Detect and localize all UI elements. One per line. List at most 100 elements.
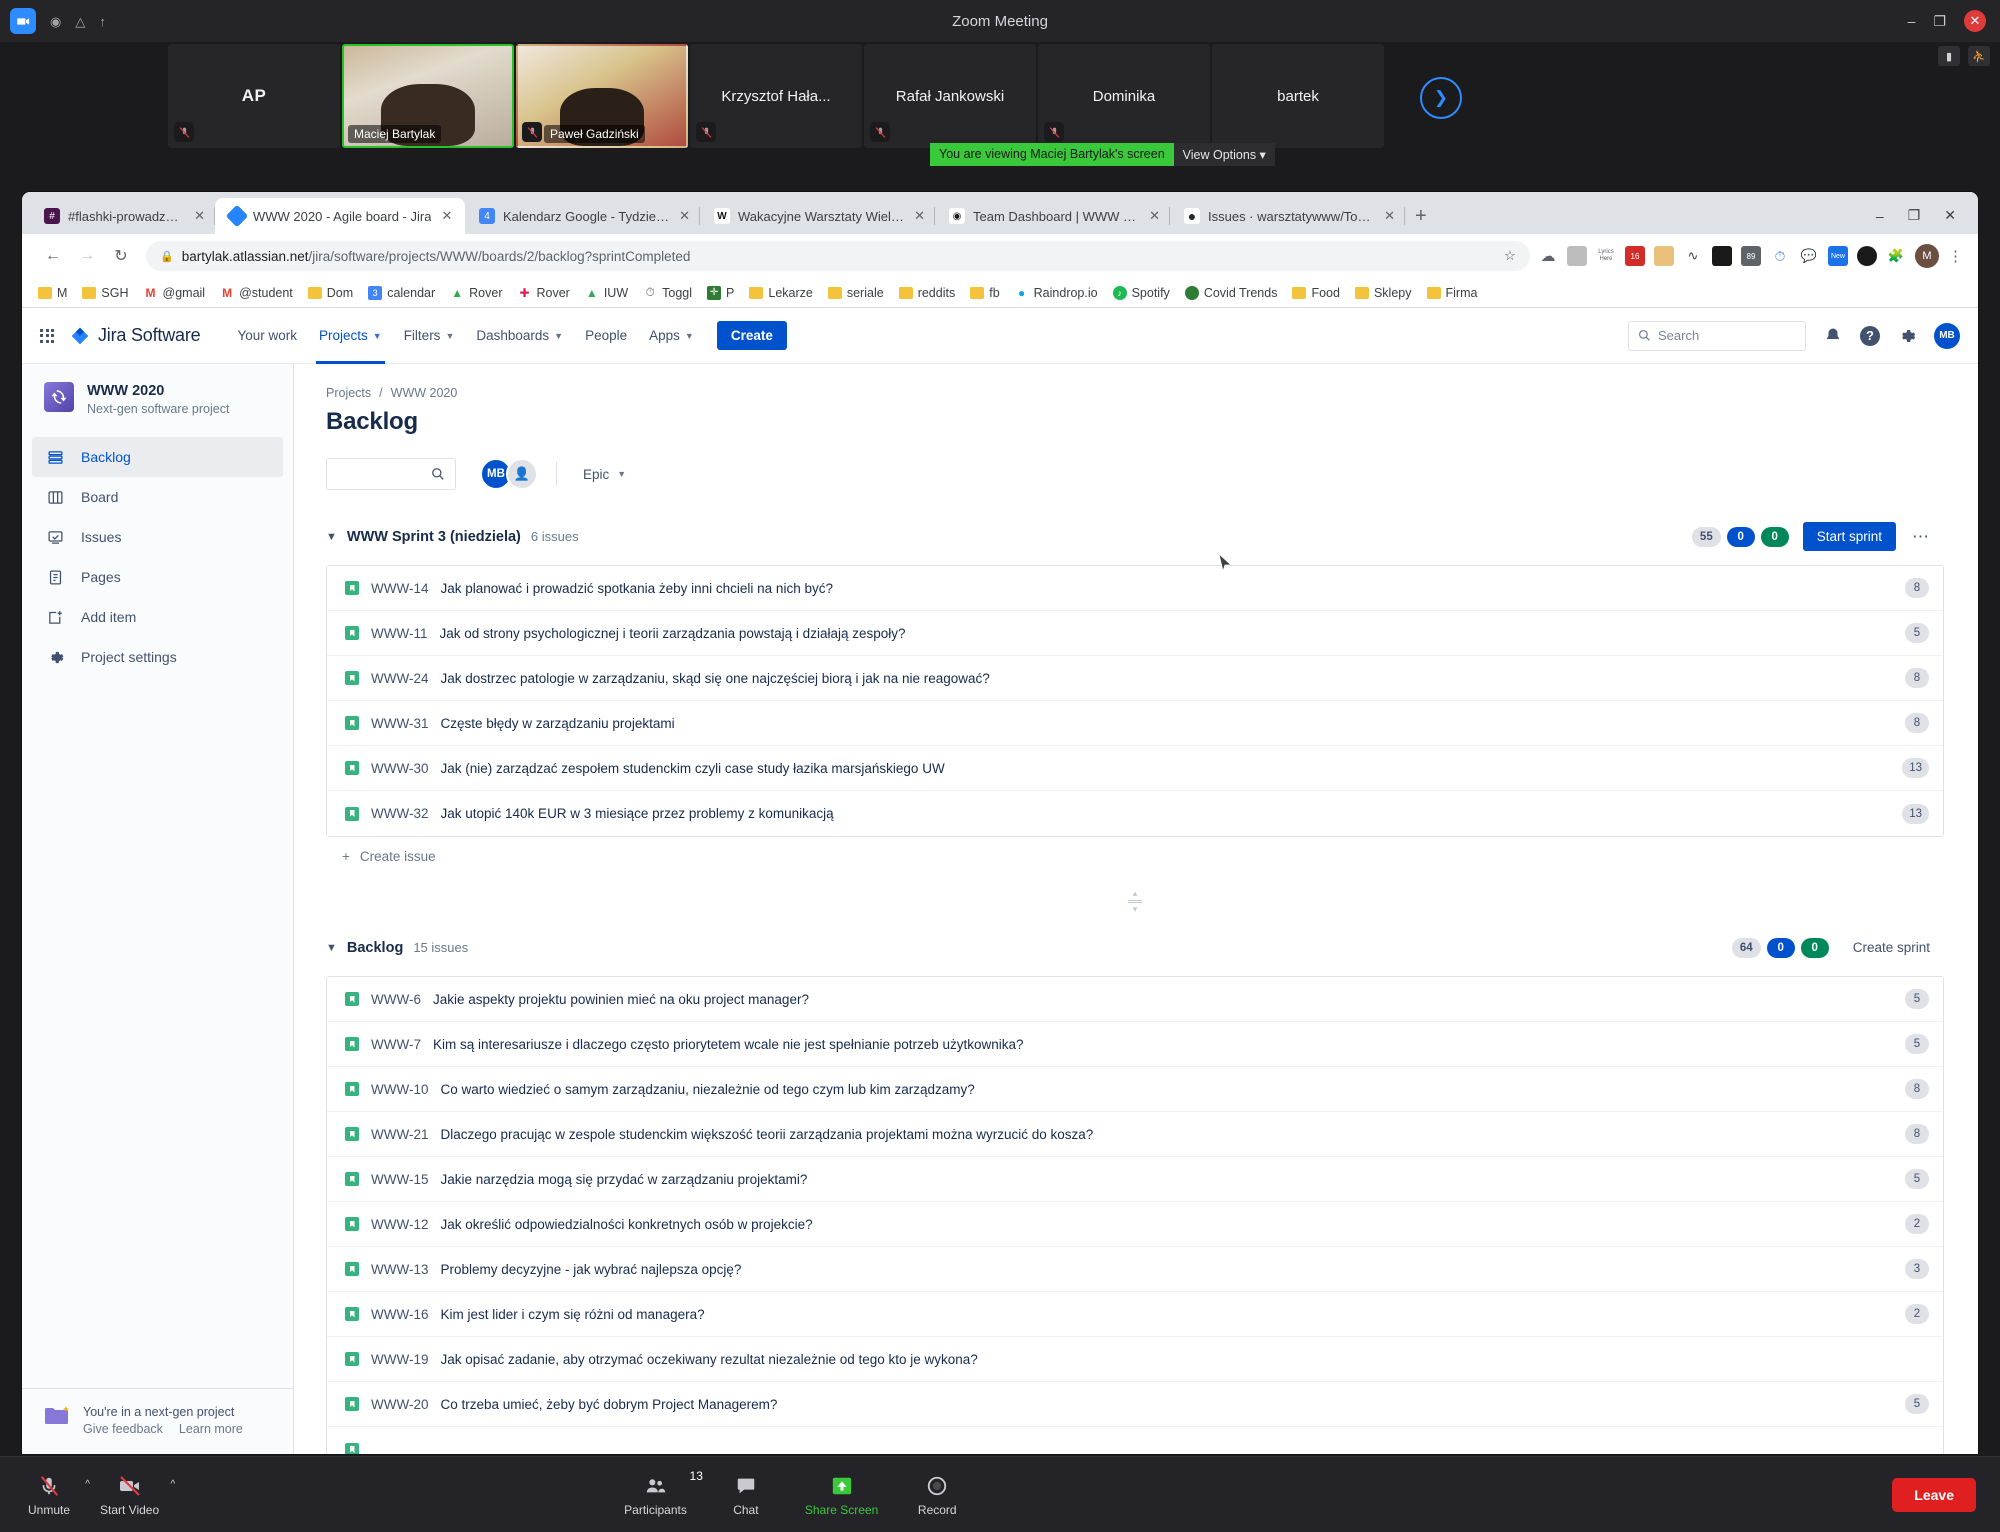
issue-summary[interactable]: Jak dostrzec patologie w zarządzaniu, sk… bbox=[441, 671, 990, 686]
forward-button[interactable]: → bbox=[70, 247, 104, 265]
story-points-badge[interactable]: 5 bbox=[1905, 1034, 1929, 1054]
record-dot-icon[interactable]: ◉ bbox=[50, 15, 61, 28]
bookmark-p[interactable]: ✛ P bbox=[707, 285, 734, 300]
close-tab-icon[interactable]: ✕ bbox=[1384, 208, 1395, 224]
view-options-button[interactable]: View Options ▾ bbox=[1173, 143, 1275, 166]
bookmark-gmail[interactable]: M @gmail bbox=[144, 286, 206, 300]
bookmark-firma[interactable]: Firma bbox=[1426, 286, 1477, 300]
nav-filters[interactable]: Filters ▼ bbox=[393, 308, 466, 364]
browser-tab-jira[interactable]: WWW 2020 - Agile board - Jira ✕ bbox=[215, 198, 465, 234]
start-sprint-button[interactable]: Start sprint bbox=[1802, 522, 1896, 551]
section-resize-handle[interactable]: ▴ ▾ bbox=[1125, 888, 1145, 915]
start-video-button[interactable]: Start Video ^ bbox=[100, 1473, 175, 1517]
sidebar-item-board[interactable]: Board bbox=[32, 477, 283, 517]
close-tab-icon[interactable]: ✕ bbox=[679, 208, 690, 224]
issue-key[interactable]: WWW-15 bbox=[371, 1172, 429, 1187]
app-switcher-icon[interactable] bbox=[40, 328, 54, 343]
headphones-extension-icon[interactable] bbox=[1712, 246, 1732, 266]
issue-summary[interactable]: Jakie aspekty projektu powinien mieć na … bbox=[433, 992, 809, 1007]
user-avatar[interactable]: MB bbox=[1934, 322, 1960, 349]
sidebar-item-project-settings[interactable]: Project settings bbox=[32, 637, 283, 677]
issue-summary[interactable]: Dlaczego pracując w zespole studenckim w… bbox=[441, 1127, 1094, 1142]
close-tab-icon[interactable]: ✕ bbox=[914, 208, 925, 224]
table-row[interactable]: WWW-32 Jak utopić 140k EUR w 3 miesiące … bbox=[327, 791, 1943, 836]
story-points-badge[interactable]: 8 bbox=[1905, 713, 1929, 733]
bookmark-iuw[interactable]: ▲ IUW bbox=[585, 286, 628, 300]
table-row[interactable]: WWW-15 Jakie narzędzia mogą się przydać … bbox=[327, 1157, 1943, 1202]
bookmark-dom[interactable]: Dom bbox=[307, 286, 353, 300]
next-participants-page-button[interactable]: ❯ bbox=[1420, 77, 1462, 119]
create-sprint-button[interactable]: Create sprint bbox=[1843, 933, 1940, 962]
issue-summary[interactable]: Co trzeba umieć, żeby być dobrym Project… bbox=[441, 1397, 778, 1412]
bookmark-food[interactable]: Food bbox=[1292, 286, 1340, 300]
story-points-badge[interactable]: 3 bbox=[1905, 1259, 1929, 1279]
reload-button[interactable]: ↻ bbox=[104, 246, 138, 266]
bookmark-fb[interactable]: fb bbox=[970, 286, 1000, 300]
lyrics-here-extension-icon[interactable]: Lyrics Here bbox=[1596, 246, 1616, 266]
chevron-down-icon[interactable]: ▼ bbox=[326, 942, 337, 954]
table-row[interactable]: WWW-31 Częste błędy w zarządzaniu projek… bbox=[327, 701, 1943, 746]
cloud-extension-icon[interactable]: ☁ bbox=[1538, 246, 1558, 266]
issue-key[interactable]: WWW-24 bbox=[371, 671, 429, 686]
chevron-up-icon[interactable]: ^ bbox=[85, 1479, 90, 1490]
participant-tile-krzysztof-hala[interactable]: Krzysztof Hała... bbox=[690, 44, 862, 148]
issue-summary[interactable]: Jakie narzędzia mogą się przydać w zarzą… bbox=[441, 1172, 808, 1187]
issue-summary[interactable]: Problemy decyzyjne - jak wybrać najlepsz… bbox=[441, 1262, 742, 1277]
issue-key[interactable]: WWW-13 bbox=[371, 1262, 429, 1277]
grey-bar-extension-icon[interactable] bbox=[1567, 246, 1587, 266]
table-row[interactable]: WWW-19 Jak opisać zadanie, aby otrzymać … bbox=[327, 1337, 1943, 1382]
story-points-badge[interactable]: 5 bbox=[1905, 989, 1929, 1009]
bookmark-covid-trends[interactable]: Covid Trends bbox=[1184, 285, 1277, 300]
issue-key[interactable]: WWW-14 bbox=[371, 581, 429, 596]
bookmark-student[interactable]: M @student bbox=[220, 286, 293, 300]
story-points-badge[interactable]: 8 bbox=[1905, 1124, 1929, 1144]
jira-logo[interactable]: Jira Software bbox=[70, 325, 201, 346]
bookmark-calendar[interactable]: 3 calendar bbox=[368, 285, 435, 300]
close-tab-icon[interactable]: ✕ bbox=[1149, 208, 1160, 224]
table-row[interactable]: WWW-7 Kim są interesariusze i dlaczego c… bbox=[327, 1022, 1943, 1067]
issue-summary[interactable]: Jak (nie) zarządzać zespołem studenckim … bbox=[441, 761, 945, 776]
story-points-badge[interactable]: 8 bbox=[1905, 578, 1929, 598]
participant-tile-maciej-bartylak[interactable]: Maciej Bartylak bbox=[342, 44, 514, 148]
issue-key[interactable]: WWW-6 bbox=[371, 992, 421, 1007]
table-row[interactable]: WWW-21 Dlaczego pracując w zespole stude… bbox=[327, 1112, 1943, 1157]
issue-summary[interactable]: Jak od strony psychologicznej i teorii z… bbox=[440, 626, 906, 641]
story-points-badge[interactable]: 2 bbox=[1905, 1214, 1929, 1234]
create-button[interactable]: Create bbox=[716, 321, 787, 350]
story-points-badge[interactable]: 2 bbox=[1905, 1304, 1929, 1324]
shield-up-icon[interactable]: △ bbox=[75, 15, 85, 28]
sidebar-item-issues[interactable]: Issues bbox=[32, 517, 283, 557]
bookmark-seriale[interactable]: seriale bbox=[827, 286, 884, 300]
ghost-extension-icon[interactable] bbox=[1857, 246, 1877, 266]
give-feedback-link[interactable]: Give feedback bbox=[83, 1422, 163, 1436]
bookmark-sgh[interactable]: SGH bbox=[82, 286, 129, 300]
issue-key[interactable]: WWW-16 bbox=[371, 1307, 429, 1322]
three-dot-menu-icon[interactable]: ⋮ bbox=[1948, 247, 1964, 265]
global-search-input[interactable]: Search bbox=[1628, 320, 1806, 351]
chevron-down-icon[interactable]: ▼ bbox=[326, 531, 337, 543]
table-row[interactable]: WWW-24 Jak dostrzec patologie w zarządza… bbox=[327, 656, 1943, 701]
share-screen-button[interactable]: Share Screen bbox=[805, 1473, 878, 1517]
issue-key[interactable]: WWW-20 bbox=[371, 1397, 429, 1412]
help-icon[interactable]: ? bbox=[1860, 325, 1880, 346]
nav-apps[interactable]: Apps ▼ bbox=[638, 308, 705, 364]
backlog-search-input[interactable] bbox=[326, 458, 456, 490]
sprint-more-menu-icon[interactable]: ⋯ bbox=[1902, 527, 1940, 547]
bookmark-reddits[interactable]: reddits bbox=[898, 286, 955, 300]
browser-maximize-button[interactable]: ❐ bbox=[1908, 207, 1921, 224]
new-tab-button[interactable]: + bbox=[1415, 205, 1427, 228]
bookmark-m[interactable]: M bbox=[38, 286, 67, 300]
sidebar-item-backlog[interactable]: Backlog bbox=[32, 437, 283, 478]
camera-extension-icon[interactable]: 89 bbox=[1741, 246, 1761, 266]
create-issue-button[interactable]: + Create issue bbox=[326, 837, 1944, 864]
browser-minimize-button[interactable]: – bbox=[1876, 208, 1884, 224]
issue-summary[interactable]: Kim jest lider i czym się różni od manag… bbox=[441, 1307, 705, 1322]
fullscreen-icon[interactable]: ⛹ bbox=[1968, 46, 1990, 66]
notifications-bell-icon[interactable] bbox=[1822, 325, 1844, 347]
table-row[interactable]: WWW-20 Co trzeba umieć, żeby być dobrym … bbox=[327, 1382, 1943, 1427]
close-tab-icon[interactable]: ✕ bbox=[194, 208, 205, 224]
clock-extension-icon[interactable]: ⏱ bbox=[1770, 246, 1790, 266]
browser-tab-github-issues[interactable]: ● Issues · warsztatywww/TosterBot ✕ bbox=[1170, 198, 1405, 234]
issue-key[interactable]: WWW-31 bbox=[371, 716, 429, 731]
issue-key[interactable]: WWW-11 bbox=[371, 626, 428, 641]
